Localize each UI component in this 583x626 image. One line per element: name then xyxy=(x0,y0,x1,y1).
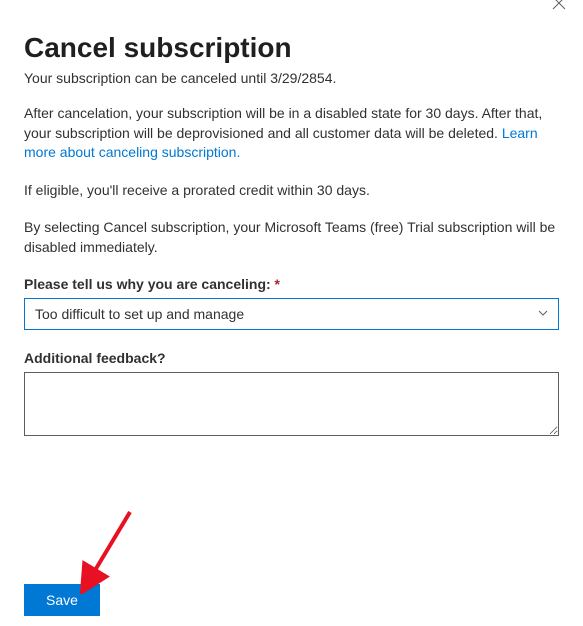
feedback-textarea[interactable] xyxy=(24,372,559,436)
feedback-wrap xyxy=(24,372,559,439)
save-button[interactable]: Save xyxy=(24,584,100,616)
paragraph-credit-info: If eligible, you'll receive a prorated c… xyxy=(24,181,559,201)
arrow-annotation-icon xyxy=(78,504,138,594)
dialog-title: Cancel subscription xyxy=(24,32,559,64)
reason-label: Please tell us why you are canceling: * xyxy=(24,276,559,292)
paragraph-disable-info: By selecting Cancel subscription, your M… xyxy=(24,218,559,257)
reason-select-wrap xyxy=(24,298,559,330)
close-button[interactable] xyxy=(547,0,571,16)
paragraph-cancelation-text: After cancelation, your subscription wil… xyxy=(24,105,542,141)
close-icon xyxy=(552,0,566,13)
required-asterisk: * xyxy=(275,276,280,292)
paragraph-cancelation-info: After cancelation, your subscription wil… xyxy=(24,104,559,163)
dialog-actions: Save xyxy=(24,584,100,616)
cancel-subscription-panel: Cancel subscription Your subscription ca… xyxy=(0,0,583,483)
dialog-subtitle: Your subscription can be canceled until … xyxy=(24,70,559,86)
feedback-label: Additional feedback? xyxy=(24,350,559,366)
reason-select[interactable] xyxy=(24,298,559,330)
reason-label-text: Please tell us why you are canceling: xyxy=(24,276,275,292)
